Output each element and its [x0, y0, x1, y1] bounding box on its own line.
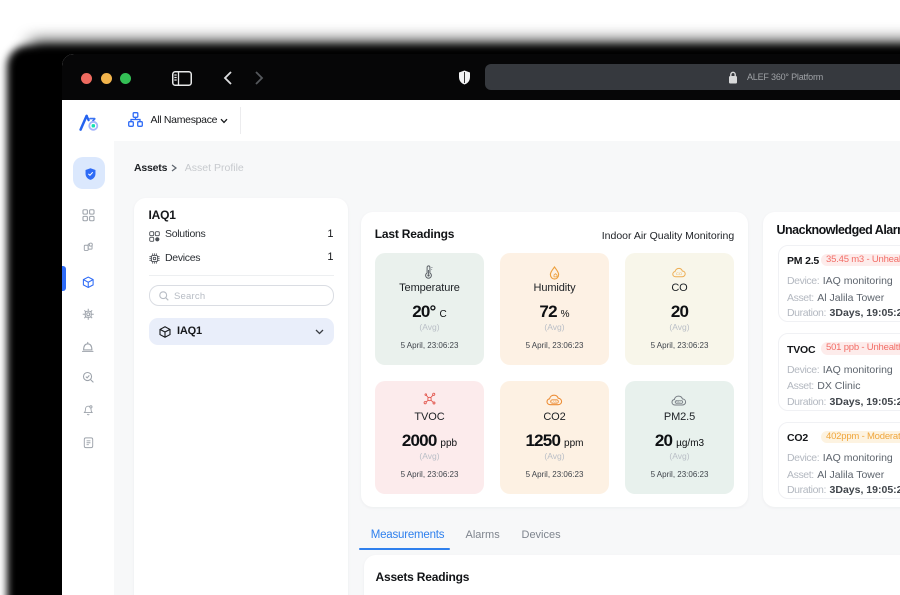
svg-text:CO: CO: [676, 272, 682, 277]
svg-text:PM2.5: PM2.5: [675, 400, 684, 404]
svg-text:CO2: CO2: [551, 400, 558, 404]
